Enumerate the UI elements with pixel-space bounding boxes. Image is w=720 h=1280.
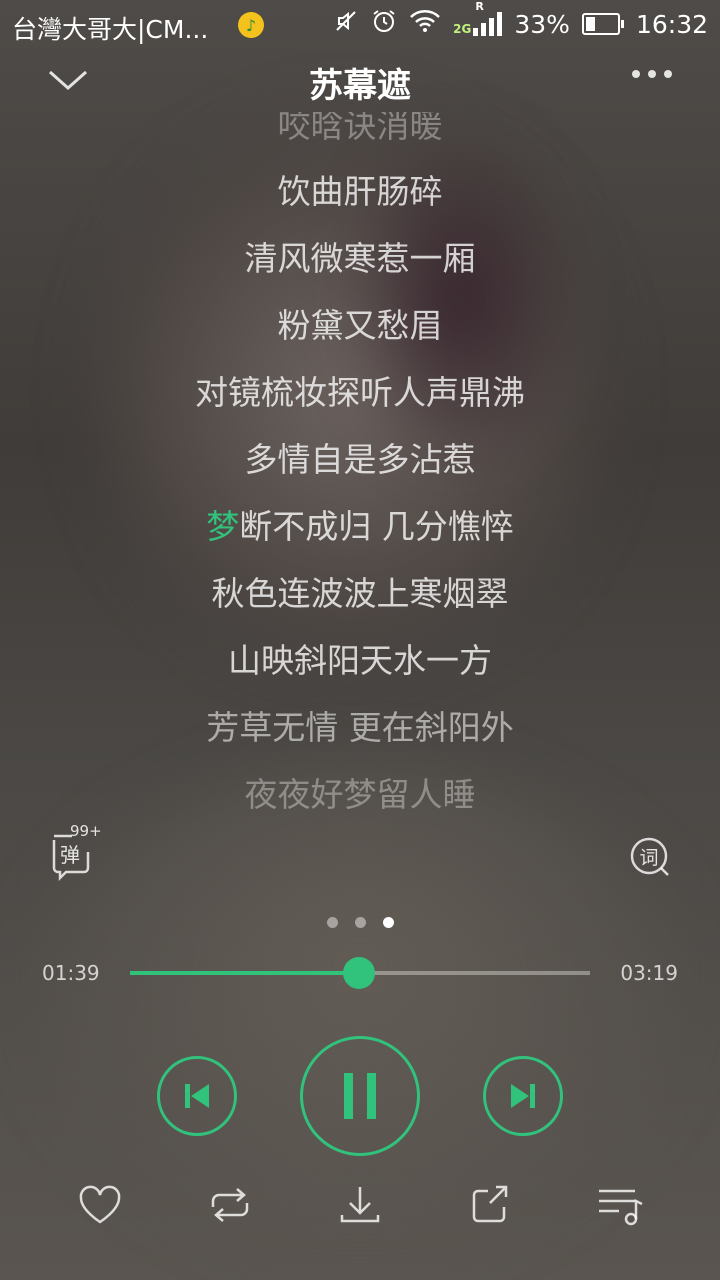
lyric-line: 夜夜好梦留人睡 [244, 775, 476, 812]
status-icons: 2G R 33% 16:32 [333, 0, 708, 40]
pause-button[interactable] [300, 1036, 420, 1156]
share-button[interactable] [465, 1180, 515, 1230]
lyric-line: 秋色连波波上寒烟翠 [211, 574, 509, 613]
current-time: 01:39 [42, 961, 100, 985]
signal-icon: R [473, 0, 503, 36]
app-notification-icon: ♪ [238, 12, 264, 38]
lyric-line: 粉黛又愁眉 [277, 306, 443, 345]
network-type: 2G [453, 22, 472, 36]
playlist-icon [599, 1189, 643, 1226]
heart-icon [79, 1185, 121, 1224]
song-title: 苏幕遮 [309, 66, 411, 106]
skip-previous-icon [185, 1084, 209, 1108]
progress-bar[interactable] [130, 957, 590, 989]
progress-knob[interactable] [342, 957, 375, 989]
lyric-line: 对镜梳妆探听人声鼎沸 [195, 373, 525, 412]
lyric-line-current: 梦断不成归 几分憔悴 [0, 505, 720, 549]
lyric-highlight: 梦 [206, 507, 240, 546]
lyrics-panel[interactable]: 咬晗诀消暖 饮曲肝肠碎 清风微寒惹一厢 粉黛又愁眉 对镜梳妆探听人声鼎沸 多情自… [0, 112, 720, 812]
battery-percent: 33% [514, 9, 570, 39]
battery-icon [581, 13, 624, 35]
player-header: 苏幕遮 [0, 52, 720, 112]
wifi-icon [409, 8, 441, 40]
page-dot[interactable] [354, 917, 366, 928]
status-bar: 台灣大哥大|CM... ♪ 2G R 33% 16:32 [0, 0, 720, 52]
lyric-line: 多情自是多沾惹 [244, 440, 476, 479]
like-button[interactable] [75, 1180, 125, 1230]
total-time: 03:19 [620, 961, 678, 985]
download-icon [340, 1187, 380, 1223]
alarm-icon [371, 8, 397, 40]
repeat-mode-button[interactable] [205, 1180, 255, 1230]
progress-fill [130, 971, 359, 975]
bottom-action-bar [0, 1180, 720, 1240]
danmu-label: 弹 [60, 843, 80, 867]
playlist-button[interactable] [595, 1180, 645, 1230]
page-indicator[interactable] [0, 917, 720, 928]
share-icon [472, 1185, 508, 1223]
lyric-toggle-button[interactable]: 词 [628, 836, 672, 880]
lyric-line: 山映斜阳天水一方 [228, 641, 492, 680]
previous-button[interactable] [157, 1056, 237, 1136]
page-dot[interactable] [382, 917, 394, 928]
page-dot[interactable] [326, 917, 338, 928]
repeat-icon [211, 1188, 249, 1222]
lyric-line: 咬晗诀消暖 [277, 112, 443, 145]
danmu-count: 99+ [70, 822, 102, 840]
pause-icon [344, 1073, 376, 1119]
more-button[interactable] [632, 70, 672, 78]
skip-next-icon [511, 1084, 535, 1108]
roaming-indicator: R [475, 0, 484, 13]
lyric-label: 词 [639, 847, 658, 869]
download-button[interactable] [335, 1180, 385, 1230]
more-dots-icon [632, 70, 640, 78]
carrier-name: 台灣大哥大|CM... [12, 15, 209, 44]
clock: 16:32 [635, 9, 708, 39]
lyric-icon: 词 [630, 837, 669, 876]
lyric-line: 清风微寒惹一厢 [244, 239, 476, 278]
cellular-signal: 2G R [453, 0, 503, 36]
lyric-line: 芳草无情 更在斜阳外 [206, 708, 514, 747]
mute-icon [333, 8, 359, 40]
lyric-rest: 断不成归 几分憔悴 [239, 507, 514, 546]
lyric-line: 饮曲肝肠碎 [277, 172, 443, 211]
next-button[interactable] [483, 1056, 563, 1136]
